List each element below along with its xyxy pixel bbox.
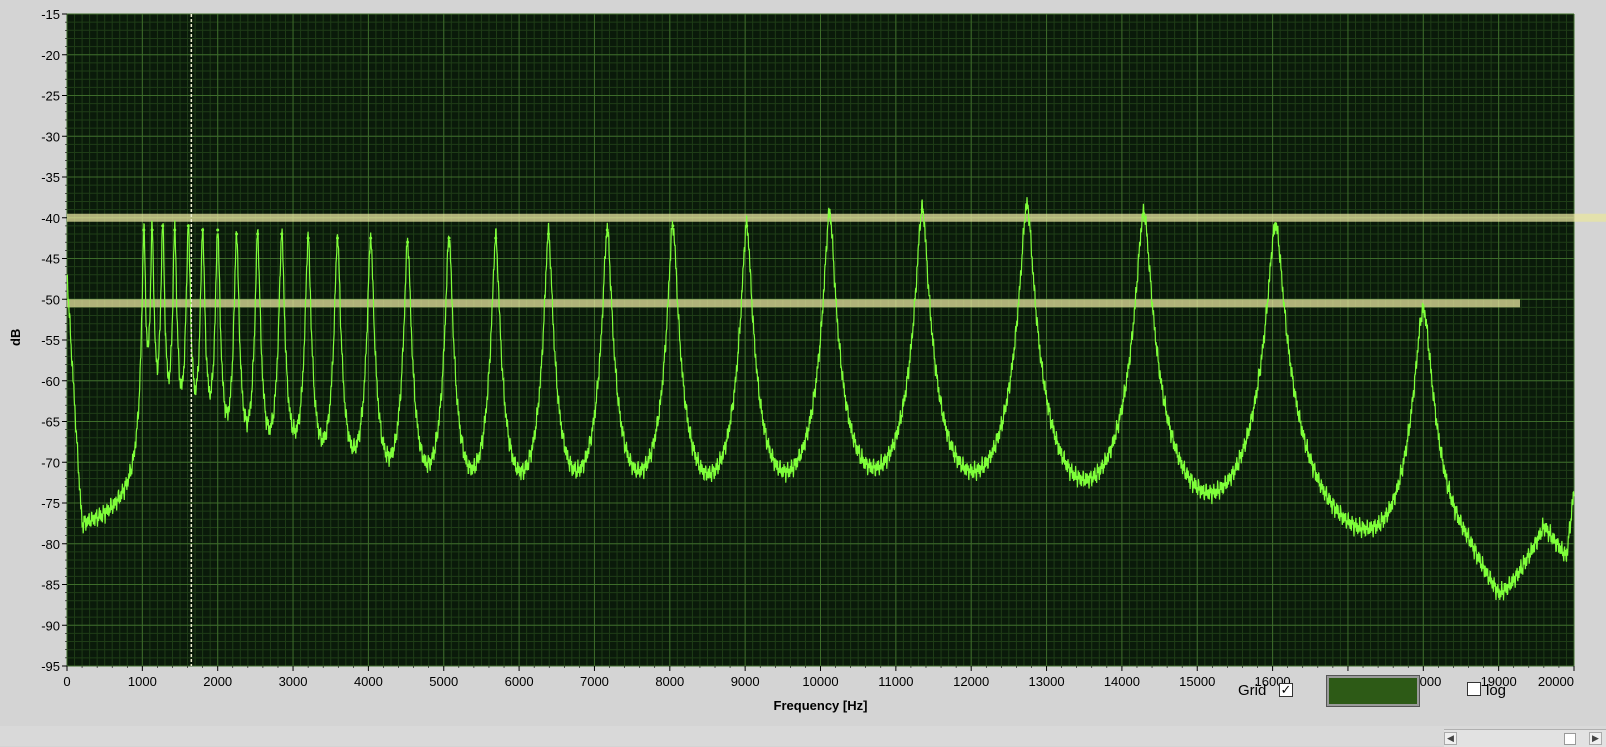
x-tick-label: 14000 (1104, 674, 1140, 689)
peak-point (235, 232, 239, 236)
scroll-left-icon[interactable]: ◀ (1444, 732, 1457, 745)
y-tick-label: -40 (41, 211, 60, 226)
peak-point (1421, 309, 1425, 313)
log-checkbox[interactable] (1467, 682, 1481, 696)
spectrum-chart: -15 -20 -25 -30 -35 -40 -45 -50 -55 -60 -65 -70 -75 -… (0, 0, 1606, 746)
threshold-band (67, 299, 1520, 308)
peak-point (150, 228, 154, 232)
x-tick-label: 7000 (580, 674, 609, 689)
x-tick-label: 2000 (203, 674, 232, 689)
x-tick-label: 10000 (802, 674, 838, 689)
x-axis-label: Frequency [Hz] (774, 698, 868, 713)
peak-point (161, 224, 165, 228)
peak-point (745, 224, 749, 228)
x-tick-label: 3000 (279, 674, 308, 689)
peak-point (671, 224, 675, 228)
peak-point (306, 236, 310, 240)
x-tick-label: 9000 (731, 674, 760, 689)
peak-point (142, 228, 146, 232)
threshold-band (67, 213, 1606, 222)
peak-point (828, 212, 832, 216)
y-tick-label: -90 (41, 618, 60, 633)
peak-point (201, 228, 205, 232)
y-tick-label: -65 (41, 415, 60, 430)
x-tick-label: 4000 (354, 674, 383, 689)
log-label: log (1486, 682, 1507, 699)
x-tick-label: 15000 (1179, 674, 1215, 689)
peak-point (186, 224, 190, 228)
peak-point (546, 232, 550, 236)
y-tick-label: -25 (41, 89, 60, 104)
peak-point (406, 240, 410, 244)
peak-point (494, 236, 498, 240)
y-tick-label: -35 (41, 170, 60, 185)
grid-checkbox[interactable]: ✓ (1279, 683, 1293, 697)
x-tick-label: 12000 (953, 674, 989, 689)
x-tick-label: 6000 (505, 674, 534, 689)
y-tick-label: -80 (41, 537, 60, 552)
grid-label: Grid (1238, 682, 1267, 699)
horizontal-scrollbar[interactable]: ◀ ▶ (1444, 729, 1606, 747)
x-tick-label: 5000 (429, 674, 458, 689)
y-tick-label: -45 (41, 252, 60, 267)
scroll-right-icon[interactable]: ▶ (1589, 732, 1602, 745)
peak-point (336, 236, 340, 240)
peak-point (1025, 204, 1029, 208)
x-tick-label: 20000 (1538, 674, 1574, 689)
y-tick-label: -30 (41, 129, 60, 144)
y-tick-label: -15 (41, 7, 60, 22)
peak-point (1274, 224, 1278, 228)
y-tick-label: -70 (41, 455, 60, 470)
y-tick-label: -60 (41, 374, 60, 389)
y-tick-label: -55 (41, 333, 60, 348)
peak-point (280, 232, 284, 236)
y-tick-label: -75 (41, 496, 60, 511)
peak-point (605, 228, 609, 232)
peak-point (447, 236, 451, 240)
y-axis-label: dB (8, 329, 23, 346)
x-tick-label: 8000 (655, 674, 684, 689)
trace-color-swatch[interactable] (1326, 675, 1420, 707)
y-tick-label: -85 (41, 578, 60, 593)
peak-point (369, 236, 373, 240)
peak-point (173, 228, 177, 232)
x-tick-label: 13000 (1028, 674, 1064, 689)
x-tick-label: 0 (63, 674, 70, 689)
peak-point (216, 228, 220, 232)
peak-point (920, 208, 924, 212)
peak-point (1142, 212, 1146, 216)
scroll-thumb[interactable] (1564, 733, 1576, 745)
status-strip (0, 726, 1606, 746)
y-tick-label: -20 (41, 48, 60, 63)
check-icon: ✓ (1280, 682, 1292, 697)
x-tick-label: 1000 (128, 674, 157, 689)
x-tick-label: 11000 (878, 674, 913, 689)
y-tick-label: -50 (41, 292, 60, 307)
y-tick-label: -95 (41, 659, 60, 674)
peak-point (256, 232, 260, 236)
